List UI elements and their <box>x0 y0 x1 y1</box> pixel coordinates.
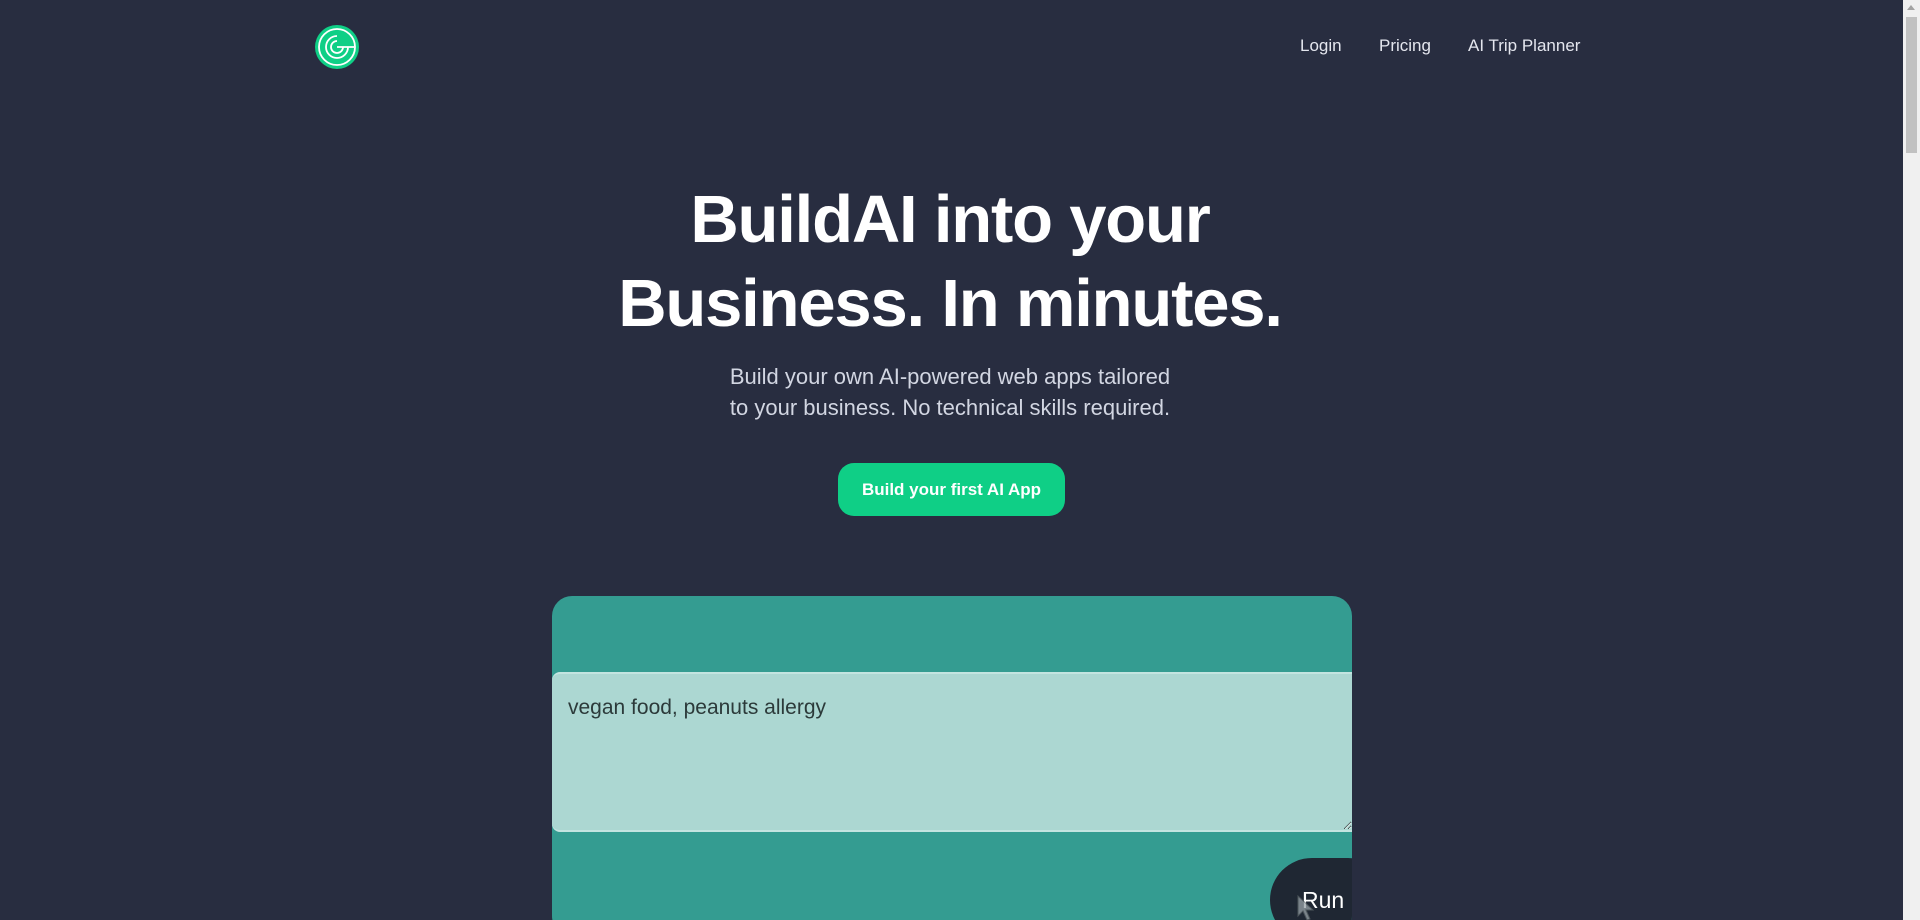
hero-title-line-1: BuildAI into your <box>690 182 1210 257</box>
nav-login-link[interactable]: Login <box>1300 34 1342 58</box>
mouse-cursor-icon <box>1297 894 1315 920</box>
nav-pricing-link[interactable]: Pricing <box>1379 34 1431 58</box>
demo-app-card: vegan food, peanuts allergy Run <box>552 596 1352 920</box>
hero-title-line-2: Business. In minutes. <box>618 266 1283 341</box>
hero-subtitle-line-2: to your business. No technical skills re… <box>729 395 1171 420</box>
hero-subtitle: Build your own AI-powered web apps tailo… <box>640 361 1260 423</box>
scrollbar-thumb[interactable] <box>1906 17 1917 153</box>
vertical-scrollbar[interactable] <box>1903 0 1920 920</box>
hero-title: BuildAI into your Business. In minutes. <box>460 178 1440 346</box>
build-first-ai-app-button[interactable]: Build your first AI App <box>838 463 1065 516</box>
landing-page: Login Pricing AI Trip Planner BuildAI in… <box>0 0 1920 920</box>
hero-subtitle-line-1: Build your own AI-powered web apps tailo… <box>729 364 1171 389</box>
nav-ai-trip-planner-link[interactable]: AI Trip Planner <box>1468 34 1580 58</box>
concentric-rings-logo-icon[interactable] <box>314 24 360 70</box>
scroll-up-arrow-icon[interactable] <box>1907 5 1915 10</box>
top-nav: Login Pricing AI Trip Planner <box>1280 34 1640 58</box>
demo-prompt-input[interactable]: vegan food, peanuts allergy <box>552 672 1352 832</box>
